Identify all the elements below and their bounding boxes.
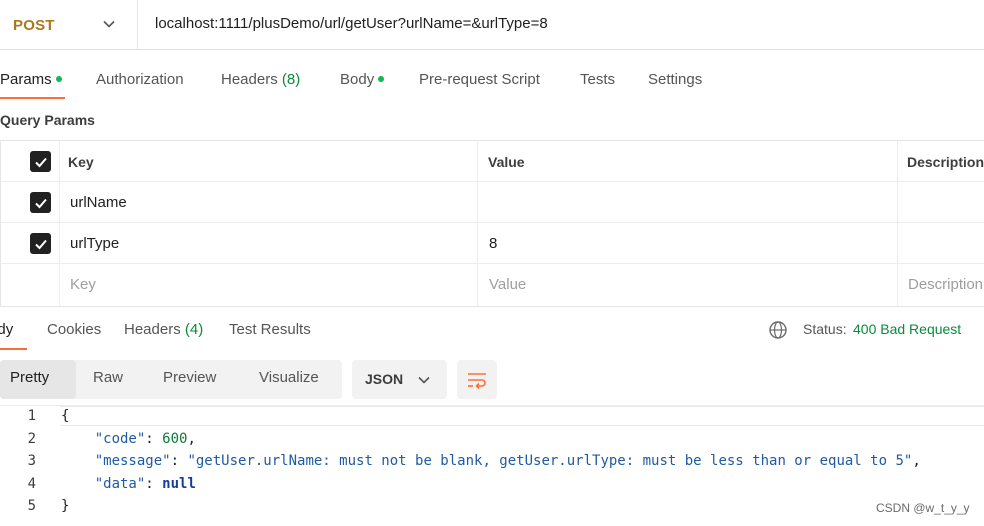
tab-response-headers-label: Headers	[124, 321, 181, 338]
tab-body-label: Body	[340, 71, 375, 88]
json-null: null	[162, 476, 196, 492]
row-checkbox[interactable]	[30, 192, 51, 213]
tab-test-results[interactable]: Test Results	[229, 321, 311, 338]
tab-settings[interactable]: Settings	[648, 71, 702, 88]
select-all-checkbox[interactable]	[30, 151, 51, 172]
column-header-value: Value	[488, 154, 525, 170]
headers-count: (8)	[281, 71, 301, 88]
column-header-description: Description	[907, 154, 984, 170]
code-line: }	[61, 498, 69, 514]
table-row: urlType 8	[1, 223, 984, 264]
status-code[interactable]: 400 Bad Request	[853, 321, 961, 337]
close-brace: }	[61, 498, 70, 514]
format-select[interactable]: JSON	[352, 360, 447, 399]
format-label: JSON	[365, 371, 404, 387]
watermark: CSDN @w_t_y_y	[876, 501, 970, 515]
method-label: POST	[13, 16, 55, 34]
params-indicator-dot	[55, 76, 62, 83]
code-line: "code": 600,	[94, 431, 196, 447]
active-tab-underline	[0, 97, 65, 99]
view-pretty-button[interactable]: Pretty	[0, 360, 76, 399]
body-indicator-dot	[378, 76, 385, 83]
method-select[interactable]: POST	[0, 0, 138, 50]
query-params-table: Key Value Description urlName urlType 8 …	[0, 140, 984, 307]
new-key-input[interactable]: Key	[70, 276, 96, 293]
status-label: Status:	[803, 321, 847, 337]
current-line-highlight	[60, 406, 984, 426]
tab-pre-request-script[interactable]: Pre-request Script	[419, 71, 540, 88]
json-number: 600	[162, 431, 188, 447]
param-key-input[interactable]: urlName	[70, 194, 127, 211]
tab-body[interactable]: Body	[340, 71, 385, 88]
line-number: 1	[27, 408, 36, 424]
json-string: "getUser.urlName: must not be blank, get…	[187, 453, 913, 469]
json-key: "message"	[94, 453, 171, 469]
url-bar: POST localhost:1111/plusDemo/url/getUser…	[0, 0, 984, 50]
wrap-lines-button[interactable]	[457, 360, 497, 399]
code-line: "message": "getUser.urlName: must not be…	[94, 453, 921, 469]
tab-response-headers[interactable]: Headers (4)	[124, 321, 203, 338]
chevron-down-icon	[418, 376, 430, 384]
tab-tests[interactable]: Tests	[580, 71, 615, 88]
param-value-input[interactable]: 8	[489, 235, 497, 252]
tab-headers-label: Headers	[221, 71, 278, 88]
table-row: urlName	[1, 182, 984, 223]
column-header-key: Key	[68, 154, 94, 170]
line-number: 4	[27, 476, 36, 492]
request-tabs: Params Authorization Headers (8) Body Pr…	[0, 64, 984, 100]
new-description-input[interactable]: Description	[908, 276, 983, 293]
row-checkbox[interactable]	[30, 233, 51, 254]
new-value-input[interactable]: Value	[489, 276, 526, 293]
view-pretty-label: Pretty	[10, 369, 50, 386]
wrap-lines-icon	[468, 373, 486, 390]
code-line: "data": null	[94, 476, 196, 492]
tab-authorization[interactable]: Authorization	[96, 71, 184, 88]
json-key: "code"	[94, 431, 146, 447]
view-preview-button[interactable]: Preview	[163, 369, 216, 386]
code-line: {	[61, 408, 69, 424]
check-icon	[34, 239, 47, 249]
query-params-title: Query Params	[0, 112, 95, 128]
table-header-row: Key Value Description	[1, 141, 984, 182]
url-input[interactable]: localhost:1111/plusDemo/url/getUser?urlN…	[155, 15, 548, 32]
active-tab-underline	[0, 348, 27, 350]
tab-response-body[interactable]: Body	[0, 321, 13, 338]
response-headers-count: (4)	[184, 321, 204, 338]
line-number: 5	[27, 498, 36, 514]
globe-icon[interactable]	[768, 320, 788, 340]
open-brace: {	[61, 408, 70, 424]
json-key: "data"	[94, 476, 146, 492]
tab-params-label: Params	[0, 71, 52, 88]
table-row-new: Key Value Description	[1, 264, 984, 305]
view-visualize-button[interactable]: Visualize	[259, 369, 319, 386]
tab-params[interactable]: Params	[0, 71, 62, 88]
view-raw-button[interactable]: Raw	[93, 369, 123, 386]
chevron-down-icon	[103, 20, 115, 28]
line-number: 3	[27, 453, 36, 469]
check-icon	[34, 198, 47, 208]
check-icon	[34, 157, 47, 167]
tab-cookies[interactable]: Cookies	[47, 321, 101, 338]
line-number: 2	[27, 431, 36, 447]
tab-headers[interactable]: Headers (8)	[221, 71, 300, 88]
param-key-input[interactable]: urlType	[70, 235, 119, 252]
